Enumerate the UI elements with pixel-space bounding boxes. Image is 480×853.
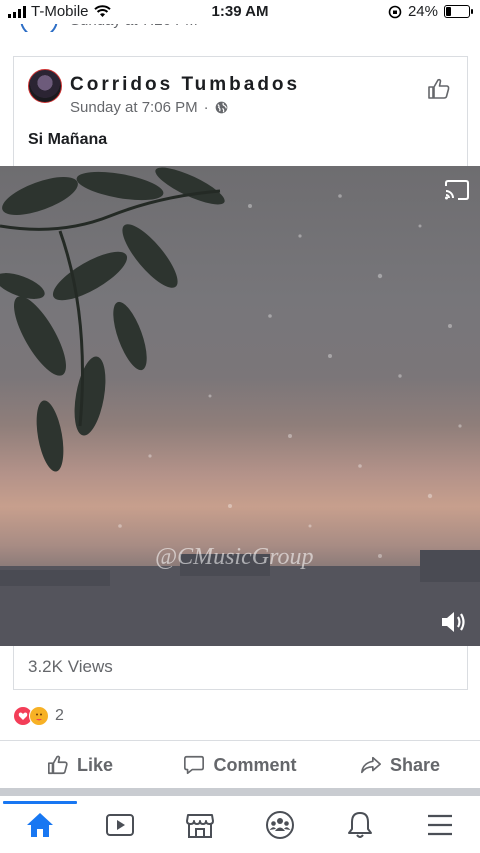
battery-percent: 24% — [407, 3, 438, 20]
comment-label: Comment — [213, 754, 297, 775]
watch-icon — [106, 813, 134, 836]
battery-icon — [444, 5, 473, 18]
share-button[interactable]: Share — [320, 741, 480, 789]
page-avatar[interactable] — [28, 69, 62, 103]
watermark-text: @CMusicGroup — [155, 544, 314, 570]
globe-icon — [215, 101, 227, 114]
tab-home[interactable] — [0, 796, 80, 853]
tab-menu[interactable] — [400, 796, 480, 853]
tab-groups[interactable] — [240, 796, 320, 853]
groups-icon — [266, 810, 294, 839]
views-count: 3.2K Views — [28, 657, 113, 676]
post-time-label: Sunday at 7:06 PM — [70, 99, 198, 116]
post-actions: Like Comment Share — [0, 740, 480, 789]
video-watermark: @CMusicGroup — [155, 544, 314, 570]
comment-button[interactable]: Comment — [160, 741, 320, 789]
care-reaction-icon — [29, 706, 49, 726]
tab-watch[interactable] — [80, 796, 160, 853]
cast-icon[interactable] — [444, 180, 470, 200]
marketplace-icon — [186, 813, 214, 838]
like-button[interactable]: Like — [0, 741, 160, 789]
like-icon — [47, 755, 68, 775]
video-player[interactable]: @CMusicGroup — [0, 166, 480, 646]
like-page-button[interactable] — [427, 77, 451, 101]
menu-icon — [428, 814, 452, 835]
status-bar: T-Mobile 1:39 AM 24% — [0, 0, 480, 24]
like-label: Like — [76, 754, 114, 775]
tab-notifications[interactable] — [320, 796, 400, 853]
orientation-lock-icon — [388, 5, 402, 18]
reactions-summary[interactable]: 2 — [13, 706, 64, 726]
building — [420, 550, 480, 582]
post-caption: Si Mañana — [28, 131, 108, 148]
feed-separator — [0, 788, 480, 796]
page-name[interactable]: Corridos Tumbados — [70, 74, 300, 96]
volume-icon[interactable] — [440, 609, 470, 635]
time-separator: · — [203, 99, 209, 116]
share-label: Share — [389, 754, 441, 775]
comment-icon — [184, 755, 205, 775]
bottom-tab-bar — [0, 796, 480, 853]
home-icon — [27, 812, 53, 837]
tree-branch — [0, 167, 225, 472]
tab-marketplace[interactable] — [160, 796, 240, 853]
post-timestamp: Sunday at 7:06 PM · — [70, 99, 228, 116]
notifications-icon — [348, 811, 372, 838]
share-icon — [360, 756, 381, 774]
building — [0, 570, 110, 586]
reaction-count: 2 — [55, 707, 64, 724]
